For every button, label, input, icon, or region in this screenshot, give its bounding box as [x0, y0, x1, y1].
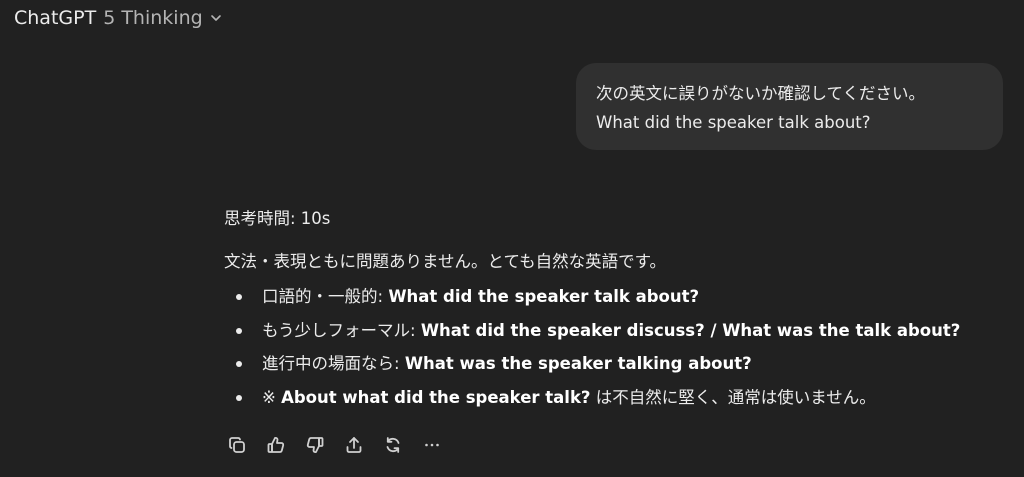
assistant-message: 思考時間: 10s 文法・表現ともに問題ありません。とても自然な英語です。 口語…	[224, 205, 1014, 417]
item-prefix: もう少しフォーマル:	[262, 320, 421, 340]
bullet	[236, 327, 242, 334]
model-name: 5 Thinking	[103, 7, 203, 29]
bullet	[236, 361, 242, 367]
list-item: 進行中の場面なら: What was the speaker talking a…	[224, 350, 1014, 384]
regenerate-button[interactable]	[375, 427, 410, 462]
item-example: What was the speaker talking about?	[404, 354, 752, 373]
message-actions	[219, 427, 449, 462]
thinking-time-toggle[interactable]: 思考時間: 10s	[224, 205, 1014, 233]
more-button[interactable]	[414, 427, 449, 462]
copy-button[interactable]	[219, 427, 254, 462]
item-example: What did the speaker talk about?	[388, 287, 700, 306]
chevron-down-icon	[210, 12, 222, 24]
share-button[interactable]	[336, 427, 371, 462]
list-item: 口語的・一般的: What did the speaker talk about…	[224, 283, 1014, 317]
copy-icon	[228, 436, 245, 453]
user-message-bubble: 次の英文に誤りがないか確認してください。 What did the speake…	[576, 63, 1003, 150]
app-title: ChatGPT	[14, 7, 97, 29]
model-selector[interactable]: ChatGPT 5 Thinking	[14, 5, 222, 31]
good-response-button[interactable]	[258, 427, 293, 462]
more-icon	[424, 443, 439, 446]
item-prefix: ※	[262, 387, 282, 407]
list-item: もう少しフォーマル: What did the speaker discuss?…	[224, 317, 1014, 351]
suggestion-list: 口語的・一般的: What did the speaker talk about…	[224, 283, 1014, 417]
thumbs-down-icon	[306, 436, 323, 453]
bullet	[236, 394, 242, 401]
user-message-line: What did the speaker talk about?	[596, 113, 871, 132]
item-example: About what did the speaker talk?	[281, 387, 591, 407]
share-icon	[346, 436, 361, 453]
assistant-intro: 文法・表現ともに問題ありません。とても自然な英語です。	[224, 252, 667, 271]
item-suffix: は不自然に堅く、通常は使いません。	[590, 387, 876, 407]
item-example: What did the speaker discuss? / What was…	[420, 320, 961, 340]
chat-window: ChatGPT 5 Thinking 次の英文に誤りがないか確認してください。 …	[0, 0, 1024, 477]
user-message-line: 次の英文に誤りがないか確認してください。	[596, 84, 926, 103]
bullet	[236, 294, 242, 300]
bad-response-button[interactable]	[297, 427, 332, 462]
item-prefix: 口語的・一般的:	[262, 287, 389, 306]
regenerate-icon	[386, 436, 399, 453]
list-item: ※ About what did the speaker talk? は不自然に…	[224, 384, 1014, 418]
thumbs-up-icon	[267, 436, 284, 453]
item-prefix: 進行中の場面なら:	[262, 354, 405, 373]
